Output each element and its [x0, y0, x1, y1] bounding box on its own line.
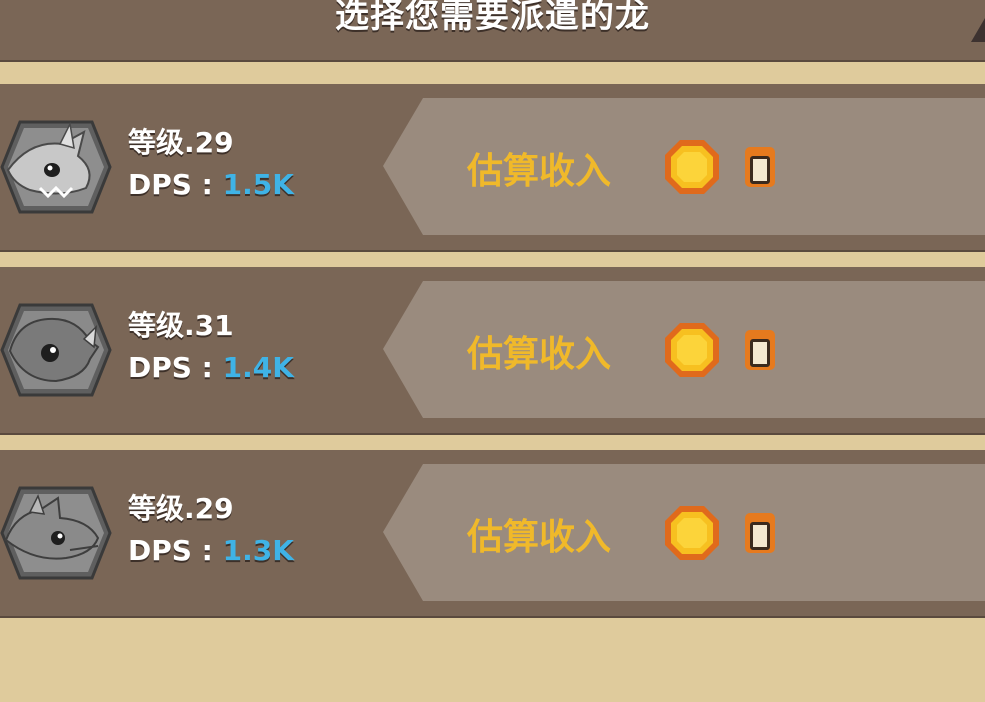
- dragon-dps: DPS : 1.4K: [128, 351, 294, 385]
- dragon-row[interactable]: 等级.31 DPS : 1.4K 估算收入: [0, 267, 985, 435]
- dragon-stats: 等级.29 DPS : 1.3K: [128, 492, 294, 568]
- income-panel[interactable]: 估算收入: [383, 98, 985, 235]
- income-value: [745, 147, 775, 187]
- gold-coin-icon: [665, 140, 719, 194]
- dps-label: DPS :: [128, 534, 223, 567]
- dragon-portrait-icon: [0, 486, 112, 580]
- dragon-row[interactable]: 等级.29 DPS : 1.5K 估算收入: [0, 84, 985, 252]
- dragon-stats: 等级.29 DPS : 1.5K: [128, 126, 294, 202]
- income-label: 估算收入: [467, 151, 612, 192]
- page-title: 选择您需要派遣的龙: [335, 0, 650, 36]
- header-bar: 选择您需要派遣的龙: [0, 0, 985, 62]
- dps-value: 1.5K: [222, 168, 294, 201]
- dragon-level: 等级.29: [128, 492, 234, 525]
- dragon-row[interactable]: 等级.29 DPS : 1.3K 估算收入: [0, 450, 985, 618]
- income-label: 估算收入: [467, 517, 612, 558]
- dps-label: DPS :: [128, 168, 223, 201]
- income-label: 估算收入: [467, 334, 612, 375]
- dragon-portrait-icon: [0, 120, 112, 214]
- dragon-dps: DPS : 1.3K: [128, 534, 294, 568]
- dragon-level: 等级.31: [128, 309, 234, 342]
- gold-coin-icon: [665, 506, 719, 560]
- income-panel[interactable]: 估算收入: [383, 281, 985, 418]
- dragon-portrait-icon: [0, 303, 112, 397]
- corner-close-icon[interactable]: [971, 18, 985, 42]
- income-panel[interactable]: 估算收入: [383, 464, 985, 601]
- dragon-level: 等级.29: [128, 126, 234, 159]
- income-value: [745, 330, 775, 370]
- income-value: [745, 513, 775, 553]
- dps-value: 1.3K: [222, 534, 294, 567]
- dps-label: DPS :: [128, 351, 223, 384]
- gold-coin-icon: [665, 323, 719, 377]
- dragon-dps: DPS : 1.5K: [128, 168, 294, 202]
- dps-value: 1.4K: [222, 351, 294, 384]
- dragon-stats: 等级.31 DPS : 1.4K: [128, 309, 294, 385]
